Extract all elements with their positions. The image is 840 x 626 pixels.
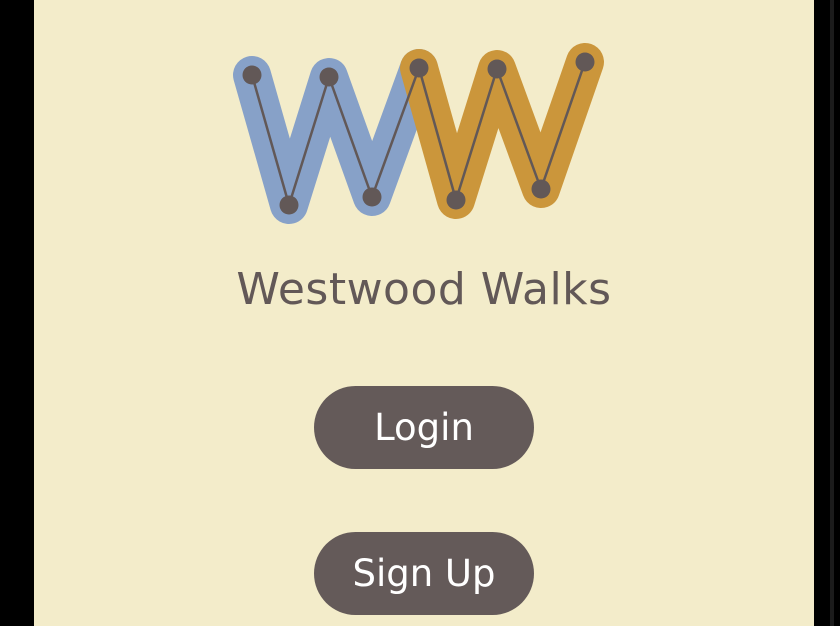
login-button[interactable]: Login xyxy=(314,386,534,469)
welcome-screen: Westwood Walks Login Sign Up xyxy=(34,0,814,626)
left-bezel xyxy=(0,0,34,626)
sign-up-button[interactable]: Sign Up xyxy=(314,532,534,615)
device-frame: Westwood Walks Login Sign Up xyxy=(0,0,840,626)
app-logo-icon xyxy=(233,43,604,224)
bezel-edge xyxy=(830,0,834,626)
app-title: Westwood Walks xyxy=(236,264,612,315)
right-bezel xyxy=(814,0,840,626)
